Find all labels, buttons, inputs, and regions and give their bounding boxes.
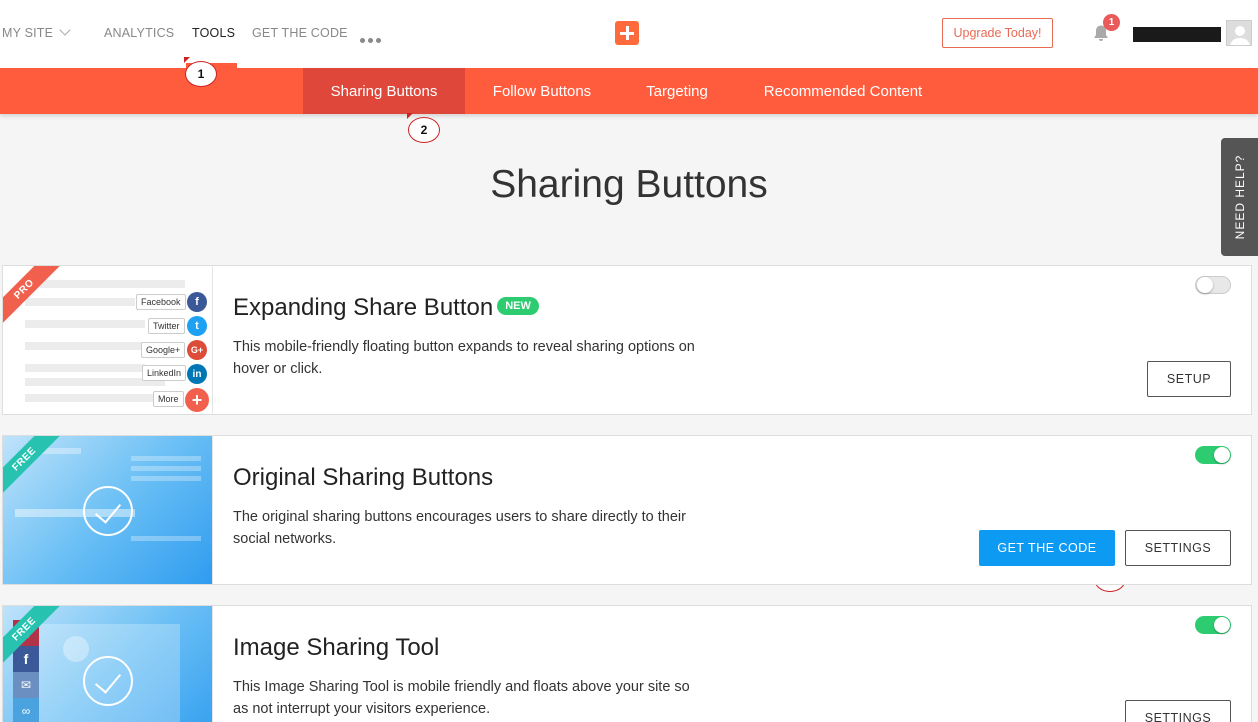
facebook-icon: f [187,292,207,312]
card-title: Expanding Share Button NEW [233,294,539,322]
thumb-label-more: More [153,391,184,407]
card-thumbnail: p f ✉ ∞ FREE [3,606,213,722]
username-redacted[interactable] [1133,27,1221,42]
brand-logo-icon[interactable] [615,21,639,45]
card-thumbnail: FREE [3,436,213,584]
card-expanding-share-button: Facebook Twitter Google+ LinkedIn More f… [2,265,1252,415]
email-icon: ✉ [13,672,39,698]
card-original-sharing-buttons: FREE Original Sharing Buttons The origin… [2,435,1252,585]
nav-my-site[interactable]: MY SITE [2,24,71,40]
page-title: Sharing Buttons [490,163,768,206]
callout-marker-1: 1 [184,57,217,87]
card-description: This mobile-friendly floating button exp… [233,339,695,377]
get-the-code-button[interactable]: GET THE CODE [979,530,1115,566]
more-menu-icon[interactable] [360,30,384,48]
upgrade-button[interactable]: Upgrade Today! [942,18,1053,48]
notification-badge: 1 [1103,14,1120,31]
nav-get-the-code[interactable]: GET THE CODE [252,26,348,40]
twitter-icon: t [187,316,207,336]
tab-follow-buttons[interactable]: Follow Buttons [468,68,616,114]
plus-icon: + [185,388,209,412]
card-description: The original sharing buttons encourages … [233,509,686,547]
card-image-sharing-tool: p f ✉ ∞ FREE Image Sharing Tool This Ima… [2,605,1252,722]
setup-button[interactable]: SETUP [1147,361,1231,397]
chevron-down-icon [59,24,71,36]
enable-toggle[interactable] [1195,276,1231,294]
thumb-label-facebook: Facebook [136,294,186,310]
new-badge: NEW [497,296,539,315]
nav-analytics[interactable]: ANALYTICS [104,26,174,40]
pro-ribbon: PRO [3,266,63,328]
nav-my-site-label: MY SITE [2,26,54,40]
nav-tools[interactable]: TOOLS [192,26,235,40]
settings-button[interactable]: SETTINGS [1125,530,1231,566]
free-ribbon: FREE [3,436,63,498]
card-description: This Image Sharing Tool is mobile friend… [233,679,690,717]
checkmark-icon [83,656,133,706]
thumb-label-google: Google+ [141,342,186,358]
thumb-label-twitter: Twitter [148,318,185,334]
need-help-label: NEED HELP? [1232,154,1247,240]
linkedin-icon: in [187,364,207,384]
enable-toggle[interactable] [1195,616,1231,634]
tab-targeting[interactable]: Targeting [626,68,728,114]
card-thumbnail: Facebook Twitter Google+ LinkedIn More f… [3,266,213,414]
link-icon: ∞ [13,698,39,722]
avatar[interactable] [1226,20,1252,46]
card-title: Image Sharing Tool [233,634,440,661]
checkmark-icon [83,486,133,536]
tab-recommended-content[interactable]: Recommended Content [740,68,946,114]
card-title: Original Sharing Buttons [233,464,494,491]
settings-button[interactable]: SETTINGS [1125,700,1231,722]
thumb-label-linkedin: LinkedIn [142,365,187,381]
need-help-tab[interactable]: NEED HELP? [1221,138,1258,256]
card-title-text: Expanding Share Button [233,294,494,321]
enable-toggle[interactable] [1195,446,1231,464]
google-plus-icon: G+ [187,340,207,360]
facebook-icon: f [13,646,39,672]
callout-marker-2: 2 [407,113,440,143]
user-icon [1230,26,1250,45]
tab-sharing-buttons[interactable]: Sharing Buttons [303,68,465,114]
